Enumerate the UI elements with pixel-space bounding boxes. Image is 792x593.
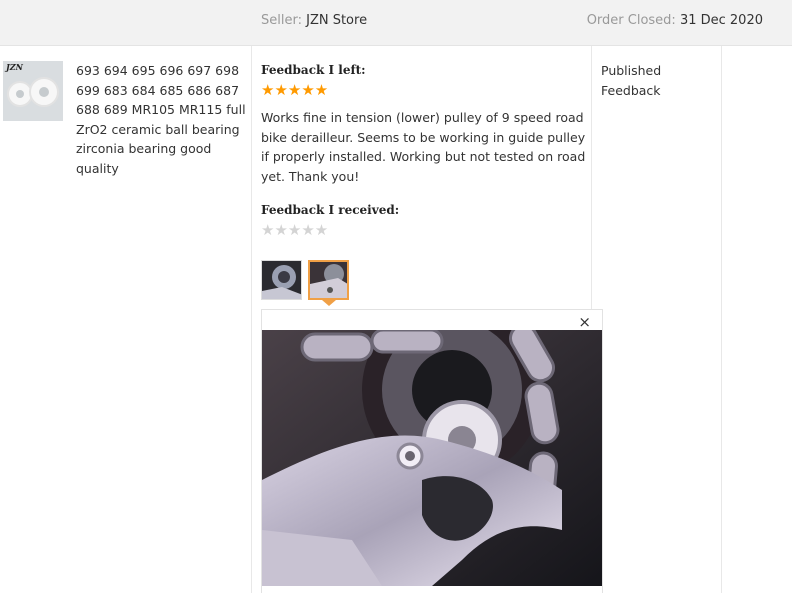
order-header: Seller: JZN Store Order Closed: 31 Dec 2…	[0, 0, 792, 46]
feedback-received-stars: ★★★★★	[261, 221, 329, 239]
order-closed-date: 31 Dec 2020	[679, 13, 763, 28]
derailleur-photo	[262, 330, 602, 586]
seller-name[interactable]: JZN Store	[306, 13, 367, 28]
photo-preview-popup: ×	[261, 309, 603, 593]
feedback-photo-thumb[interactable]	[261, 260, 302, 300]
selected-photo-caret	[322, 300, 336, 306]
seller-label: Seller:	[261, 13, 302, 28]
column-divider	[251, 46, 252, 593]
bearing-image-part	[29, 77, 59, 107]
feedback-photo-thumb-selected[interactable]	[308, 260, 349, 300]
column-divider	[721, 46, 722, 593]
order-closed-info: Order Closed: 31 Dec 2020	[587, 13, 763, 28]
photo-thumb-image	[310, 262, 347, 298]
photo-thumb-image	[262, 261, 301, 299]
photo-preview-image	[262, 330, 602, 586]
feedback-left-heading: Feedback I left:	[261, 63, 366, 77]
brand-mark: JZN	[6, 62, 23, 72]
feedback-left-stars: ★★★★★	[261, 81, 329, 99]
feedback-left-text: Works fine in tension (lower) pulley of …	[261, 110, 586, 184]
feedback-received-heading: Feedback I received:	[261, 203, 400, 217]
order-closed-label: Order Closed:	[586, 13, 676, 28]
product-thumbnail[interactable]: JZN	[3, 61, 63, 121]
close-icon[interactable]: ×	[578, 313, 591, 331]
feedback-status: Published Feedback	[601, 63, 662, 98]
seller-info: Seller: JZN Store	[261, 13, 367, 28]
product-title[interactable]: 693 694 695 696 697 698 699 683 684 685 …	[76, 61, 246, 178]
